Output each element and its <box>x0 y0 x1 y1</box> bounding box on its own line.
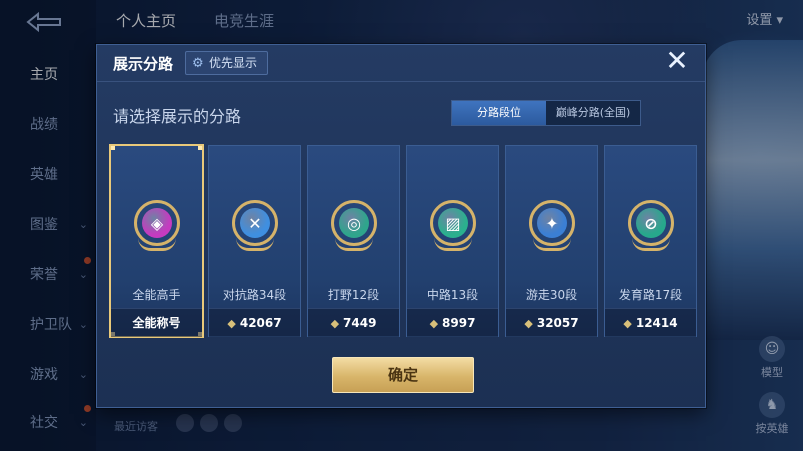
emblem-base <box>335 238 373 251</box>
lane-stat: ◆ 12414 <box>605 308 696 337</box>
close-icon: ✕ <box>665 44 689 77</box>
emblem-base <box>632 238 670 251</box>
stat-value: 32057 <box>536 316 579 330</box>
lane-name: 对抗路34段 <box>222 288 287 302</box>
emblem-base <box>434 238 472 251</box>
stat-value: 12414 <box>635 316 678 330</box>
power-icon: ◆ <box>227 317 236 330</box>
lane-stat: ◆ 7449 <box>308 308 399 337</box>
ranking-mode-toggle: 分路段位 巅峰分路(全国) <box>451 100 641 126</box>
lane-name: 发育路17段 <box>618 288 683 302</box>
lane-cards: ◈ 全能高手 全能称号 ✕ 对抗路34段 ◆ 42067 ◎ 打野12段 ◆ 7449 ▨ 中路13段 ◆… <box>109 144 697 338</box>
tab-lane-rank[interactable]: 分路段位 <box>452 101 546 125</box>
emblem-glyph: ✕ <box>240 208 270 238</box>
lane-stat: 全能称号 <box>111 308 202 337</box>
lane-name: 游走30段 <box>525 288 578 302</box>
lane-card[interactable]: ✕ 对抗路34段 ◆ 42067 <box>208 145 301 337</box>
lane-card[interactable]: ▨ 中路13段 ◆ 8997 <box>406 145 499 337</box>
emblem-base <box>533 238 571 251</box>
lane-stat: ◆ 42067 <box>209 308 300 337</box>
lane-card[interactable]: ⊘ 发育路17段 ◆ 12414 <box>604 145 697 337</box>
priority-display-button[interactable]: ⚙ 优先显示 <box>185 51 269 75</box>
stat-value: 7449 <box>343 316 377 330</box>
stat-value: 全能称号 <box>132 316 181 330</box>
selection-corner <box>198 146 202 150</box>
stat-value: 42067 <box>239 316 282 330</box>
emblem-glyph: ⊘ <box>636 208 666 238</box>
confirm-button[interactable]: 确定 <box>332 357 474 393</box>
close-button[interactable]: ✕ <box>663 47 691 75</box>
emblem-glyph: ◈ <box>142 208 172 238</box>
power-icon: ◆ <box>429 317 439 330</box>
lane-card[interactable]: ◎ 打野12段 ◆ 7449 <box>307 145 400 337</box>
lane-stat: ◆ 32057 <box>506 308 597 337</box>
lane-card[interactable]: ✦ 游走30段 ◆ 32057 <box>505 145 598 337</box>
display-lane-dialog: 展示分路 ⚙ 优先显示 ✕ 请选择展示的分路 分路段位 巅峰分路(全国) ◈ 全能高… <box>96 44 706 408</box>
stat-value: 8997 <box>442 316 476 330</box>
dialog-title: 展示分路 <box>113 55 174 73</box>
power-icon: ◆ <box>623 317 632 330</box>
gear-icon: ⚙ <box>192 56 204 71</box>
lane-name: 全能高手 <box>132 288 181 302</box>
selection-corner <box>111 146 115 150</box>
emblem-glyph: ▨ <box>438 208 468 238</box>
lane-name: 打野12段 <box>327 288 380 302</box>
emblem-glyph: ✦ <box>537 208 567 238</box>
emblem-glyph: ◎ <box>339 208 369 238</box>
lane-name: 中路13段 <box>426 288 479 302</box>
divider <box>97 81 705 82</box>
emblem-base <box>138 238 176 251</box>
selection-prompt: 请选择展示的分路 <box>113 107 242 126</box>
lane-stat: ◆ 8997 <box>407 308 498 337</box>
power-icon: ◆ <box>524 317 533 330</box>
tab-peak-lane-national[interactable]: 巅峰分路(全国) <box>546 101 640 125</box>
lane-card[interactable]: ◈ 全能高手全能称号 <box>109 144 204 338</box>
emblem-base <box>236 238 274 251</box>
power-icon: ◆ <box>330 317 340 330</box>
